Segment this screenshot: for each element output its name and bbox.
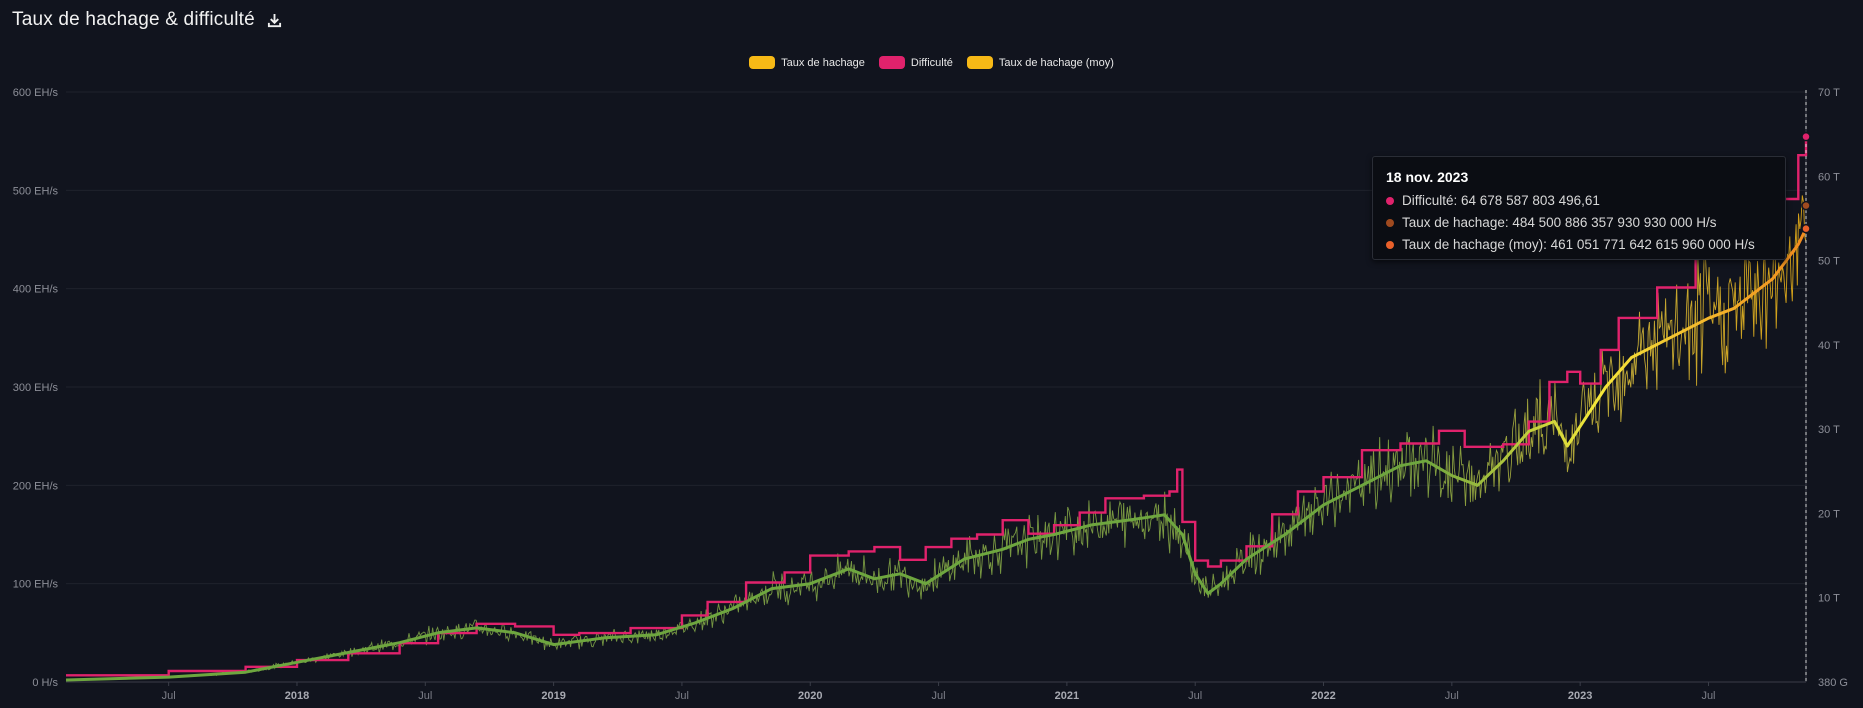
tooltip-text-hashrate: Taux de hachage: 484 500 886 357 930 930… [1402,215,1717,230]
x-tick-label: 2022 [1311,690,1335,702]
y-right-tick-label: 20 T [1818,508,1840,520]
tooltip-date: 18 nov. 2023 [1386,169,1469,185]
x-tick-label: 2023 [1568,690,1592,702]
y-left-tick-label: 400 EH/s [13,284,59,296]
series-hashrate-line[interactable] [65,195,1807,681]
tooltip-dot-difficulty [1386,196,1394,205]
x-tick-label: Jul [418,690,432,702]
x-tick-label: Jul [1701,690,1715,702]
tooltip-text-hashrate-avg: Taux de hachage (moy): 461 051 771 642 6… [1402,237,1755,252]
y-right-tick-label: 60 T [1818,171,1840,183]
y-left-tick-label: 0 H/s [32,677,58,689]
chart-plot[interactable]: 0 H/s 100 EH/s 200 EH/s 300 EH/s 400 EH/s 500… [0,0,1863,708]
x-tick-label: 2020 [798,690,822,702]
tooltip-row-difficulty: Difficulté: 64 678 587 803 496,61 [1386,193,1600,208]
y-left-tick-label: 200 EH/s [13,480,59,492]
y-right-tick-label: 50 T [1818,256,1840,268]
y-left-tick-label: 500 EH/s [13,185,59,197]
y-right-tick-label: 10 T [1818,593,1840,605]
x-tick-label: 2019 [541,690,565,702]
tooltip-text-difficulty: Difficulté: 64 678 587 803 496,61 [1402,193,1600,208]
x-tick-label: 2021 [1055,690,1079,702]
chart-tooltip: 18 nov. 2023 Difficulté: 64 678 587 803 … [1372,156,1786,260]
marker-hashrate [1801,200,1811,211]
y-left-tick-label: 300 EH/s [13,382,59,394]
tooltip-dot-hashrate-avg [1386,240,1394,249]
x-tick-label: Jul [675,690,689,702]
x-tick-label: Jul [1445,690,1459,702]
x-tick-label: Jul [1188,690,1202,702]
x-tick-label: Jul [932,690,946,702]
tooltip-dot-hashrate [1386,218,1394,227]
y-right-tick-label: 40 T [1818,340,1840,352]
series-hashrate-avg-line[interactable] [65,228,1808,682]
tooltip-row-hashrate-avg: Taux de hachage (moy): 461 051 771 642 6… [1386,237,1755,252]
y-right-tick-label: 30 T [1818,424,1840,436]
y-left-tick-label: 100 EH/s [13,579,59,591]
x-tick-label: Jul [162,690,176,702]
marker-hashrate-avg [1801,223,1811,234]
y-right-tick-label: 380 G [1818,677,1848,689]
x-tick-label: 2018 [285,690,309,702]
y-left-tick-label: 600 EH/s [13,87,59,99]
marker-difficulty [1801,131,1811,142]
y-right-tick-label: 70 T [1818,87,1840,99]
tooltip-row-hashrate: Taux de hachage: 484 500 886 357 930 930… [1386,215,1717,230]
